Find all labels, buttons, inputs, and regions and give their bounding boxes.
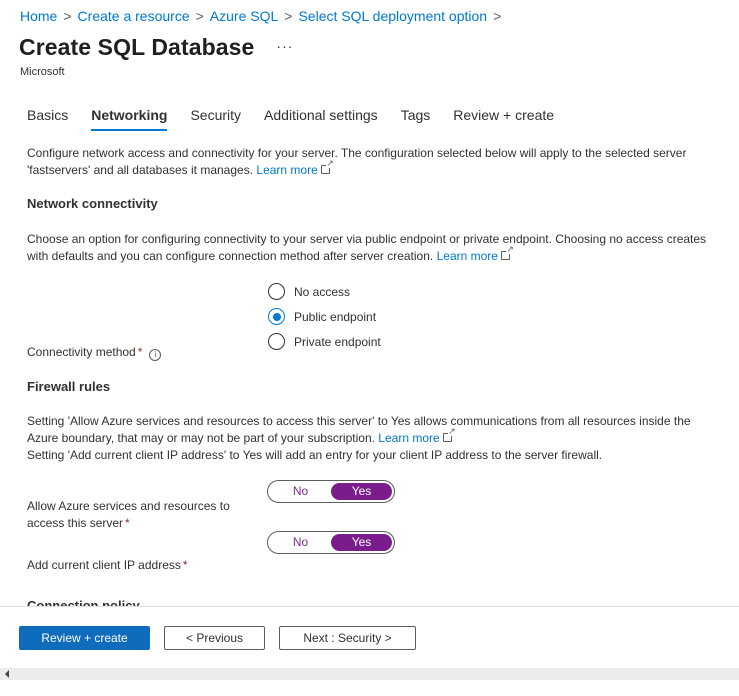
- network-connectivity-text: Choose an option for configuring connect…: [27, 232, 707, 263]
- required-asterisk: *: [137, 345, 143, 359]
- page-title: Create SQL Database: [19, 34, 255, 60]
- breadcrumb-select-deployment[interactable]: Select SQL deployment option: [298, 8, 487, 24]
- radio-no-access[interactable]: No access: [268, 279, 381, 304]
- intro-learn-more-link[interactable]: Learn more: [256, 163, 317, 177]
- scroll-left-arrow-icon[interactable]: [5, 670, 9, 678]
- network-connectivity-heading: Network connectivity: [27, 196, 158, 211]
- add-client-ip-text: Add current client IP address: [27, 558, 181, 572]
- title-row: Create SQL Database ···: [19, 34, 293, 61]
- add-client-ip-label: Add current client IP address *: [27, 557, 188, 574]
- radio-circle-icon[interactable]: [268, 333, 285, 350]
- breadcrumb-separator: >: [493, 8, 502, 24]
- connectivity-method-text: Connectivity method: [27, 345, 136, 359]
- external-link-icon: [320, 158, 334, 174]
- network-learn-more-link[interactable]: Learn more: [437, 249, 498, 263]
- tab-bar: Basics Networking Security Additional se…: [27, 107, 577, 131]
- radio-private-endpoint[interactable]: Private endpoint: [268, 329, 381, 354]
- intro-description: Configure network access and connectivit…: [27, 145, 707, 179]
- breadcrumb-create-resource[interactable]: Create a resource: [78, 8, 190, 24]
- breadcrumb-separator: >: [284, 8, 293, 24]
- firewall-description: Setting 'Allow Azure services and resour…: [27, 413, 717, 464]
- radio-public-endpoint[interactable]: Public endpoint: [268, 304, 381, 329]
- allow-azure-services-toggle[interactable]: No Yes: [267, 480, 395, 503]
- firewall-rules-heading: Firewall rules: [27, 379, 111, 394]
- toggle-option-yes[interactable]: Yes: [331, 483, 392, 500]
- breadcrumb-separator: >: [195, 8, 204, 24]
- review-create-button[interactable]: Review + create: [19, 626, 150, 650]
- tab-security[interactable]: Security: [190, 107, 241, 131]
- breadcrumb: Home > Create a resource > Azure SQL > Select …: [20, 8, 507, 24]
- previous-button[interactable]: < Previous: [164, 626, 265, 650]
- breadcrumb-home[interactable]: Home: [20, 8, 57, 24]
- radio-label: Public endpoint: [294, 309, 377, 324]
- more-options-icon[interactable]: ···: [276, 38, 293, 54]
- breadcrumb-azure-sql[interactable]: Azure SQL: [210, 8, 278, 24]
- firewall-description-1: Setting 'Allow Azure services and resour…: [27, 414, 691, 445]
- tab-basics[interactable]: Basics: [27, 107, 68, 131]
- toggle-option-yes[interactable]: Yes: [331, 534, 392, 551]
- breadcrumb-separator: >: [63, 8, 72, 24]
- radio-circle-icon[interactable]: [268, 283, 285, 300]
- tab-tags[interactable]: Tags: [401, 107, 431, 131]
- external-link-icon: [442, 426, 456, 442]
- info-icon[interactable]: i: [149, 349, 162, 361]
- radio-label: Private endpoint: [294, 334, 381, 349]
- connection-policy-heading: Connection policy: [27, 598, 140, 606]
- connectivity-method-radio-group: No access Public endpoint Private endpoi…: [268, 279, 381, 354]
- required-asterisk: *: [182, 558, 188, 572]
- radio-label: No access: [294, 284, 351, 299]
- allow-azure-services-label: Allow Azure services and resources to ac…: [27, 498, 247, 532]
- external-link-icon: [500, 244, 514, 260]
- radio-checked-icon[interactable]: [268, 308, 285, 325]
- add-client-ip-toggle[interactable]: No Yes: [267, 531, 395, 554]
- intro-text: Configure network access and connectivit…: [27, 146, 687, 177]
- tab-review-create[interactable]: Review + create: [453, 107, 554, 131]
- firewall-learn-more-link[interactable]: Learn more: [378, 431, 439, 445]
- tab-additional-settings[interactable]: Additional settings: [264, 107, 378, 131]
- horizontal-scrollbar[interactable]: [0, 668, 739, 680]
- tab-networking[interactable]: Networking: [91, 107, 168, 131]
- toggle-option-no[interactable]: No: [270, 534, 331, 551]
- network-connectivity-description: Choose an option for configuring connect…: [27, 231, 717, 265]
- firewall-description-2: Setting 'Add current client IP address' …: [27, 448, 603, 462]
- next-security-button[interactable]: Next : Security >: [279, 626, 416, 650]
- footer-action-bar: Review + create < Previous Next : Securi…: [0, 606, 739, 668]
- required-asterisk: *: [125, 516, 130, 530]
- publisher-label: Microsoft: [20, 66, 65, 78]
- toggle-option-no[interactable]: No: [270, 483, 331, 500]
- connectivity-method-label: Connectivity method * i: [27, 344, 162, 361]
